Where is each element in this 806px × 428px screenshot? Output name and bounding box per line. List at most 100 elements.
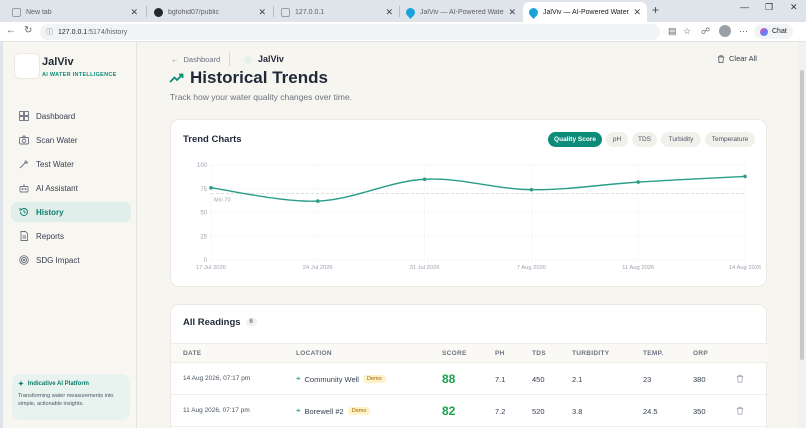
trend-chart-card: Trend Charts Quality Score pH TDS Turbid… <box>170 119 767 287</box>
extensions-icon[interactable]: ☍ <box>701 26 710 37</box>
row-temp: 23 <box>643 375 652 384</box>
delete-row-icon[interactable] <box>736 374 744 383</box>
row-tds: 520 <box>532 407 545 416</box>
clear-all-button[interactable]: Clear All <box>717 54 757 63</box>
table-row[interactable]: 14 Aug 2026, 07:17 pm ⌖ Community Well D… <box>171 363 768 395</box>
row-turbidity: 3.8 <box>572 407 583 416</box>
address-bar[interactable]: ⓘ 127.0.0.1:5174/history <box>40 24 660 40</box>
row-date: 11 Aug 2026, 07:17 pm <box>183 407 250 414</box>
row-temp: 24.5 <box>643 407 658 416</box>
x-tick-label: 7 Aug 2026 <box>517 265 546 271</box>
row-score: 82 <box>442 404 456 418</box>
reader-mode-icon[interactable]: ▤ <box>668 26 677 37</box>
row-orp: 350 <box>693 407 706 416</box>
sidebar-item-dashboard[interactable]: Dashboard <box>11 106 131 126</box>
clear-all-label: Clear All <box>729 54 757 63</box>
x-tick-label: 17 Jul 2026 <box>196 265 226 271</box>
minimize-icon[interactable]: — <box>740 2 749 12</box>
browser-tab-jalviv-active[interactable]: JalViv — AI-Powered Water Intellig ✕ <box>523 2 647 22</box>
browser-toolbar: ← ↻ ⓘ 127.0.0.1:5174/history ▤ ☆ ☍ ⋯ Cha… <box>0 22 806 42</box>
bot-icon <box>19 184 29 193</box>
close-window-icon[interactable]: ✕ <box>790 2 798 13</box>
data-point <box>743 174 747 179</box>
close-icon[interactable]: ✕ <box>385 7 393 18</box>
sparkle-icon: ✦ <box>18 381 24 388</box>
sidebar-item-label: Dashboard <box>36 111 76 121</box>
data-point <box>636 180 640 184</box>
x-tick-label: 24 Jul 2026 <box>303 265 333 271</box>
data-point <box>209 186 213 190</box>
readings-title: All Readings 6 <box>183 317 257 328</box>
sidebar-item-history[interactable]: History <box>11 202 131 222</box>
y-tick-label: 50 <box>200 211 207 217</box>
reference-line-label: Min 70 <box>214 198 231 204</box>
trending-up-icon <box>169 73 184 83</box>
new-tab-icon[interactable]: + <box>652 3 659 17</box>
sidebar-item-ai-assistant[interactable]: AI Assistant <box>11 178 131 198</box>
page-title: Historical Trends <box>169 68 328 88</box>
map-pin-icon: ⌖ <box>296 406 301 415</box>
column-header-location: LOCATION <box>296 350 332 357</box>
data-point <box>529 187 534 192</box>
url-host: 127.0.0.1 <box>58 28 88 36</box>
column-header-turbidity: TURBIDITY <box>572 350 610 357</box>
y-tick-label: 100 <box>197 163 208 169</box>
copilot-icon <box>760 27 768 36</box>
readings-card: All Readings 6 DATE LOCATION SCORE PH TDS… <box>170 304 768 428</box>
sidebar-item-label: Scan Water <box>36 135 78 145</box>
bookmark-star-icon[interactable]: ☆ <box>683 26 691 37</box>
sidebar-item-test-water[interactable]: Test Water <box>11 154 131 174</box>
close-icon[interactable]: ✕ <box>508 7 516 18</box>
readings-count-badge: 6 <box>245 318 257 327</box>
scrollbar-thumb[interactable] <box>800 70 804 360</box>
demo-badge: Demo <box>362 375 386 383</box>
brand-tagline: AI WATER INTELLIGENCE <box>42 72 117 78</box>
sidebar-item-label: Reports <box>36 231 65 241</box>
readings-title-text: All Readings <box>183 317 241 328</box>
table-row[interactable]: 11 Aug 2026, 07:17 pm ⌖ Borewell #2 Demo… <box>171 395 768 427</box>
profile-avatar[interactable] <box>719 25 731 37</box>
sidebar-item-label: Test Water <box>36 159 74 169</box>
close-icon[interactable]: ✕ <box>633 7 641 18</box>
grid-icon <box>19 111 29 121</box>
sidebar: JalViv AI WATER INTELLIGENCE Dashboard S… <box>3 42 137 428</box>
more-menu-icon[interactable]: ⋯ <box>739 26 748 37</box>
close-icon[interactable]: ✕ <box>258 7 266 18</box>
y-tick-label: 75 <box>200 187 207 193</box>
brand-mini-logo <box>244 56 252 64</box>
tab-title: bgtohid07/public <box>168 8 219 16</box>
browser-tab-new-tab[interactable]: New tab ✕ <box>6 2 144 22</box>
column-header-temp: TEMP. <box>643 350 664 357</box>
map-pin-icon: ⌖ <box>296 374 301 383</box>
browser-tab-localhost[interactable]: 127.0.0.1 ✕ <box>275 2 399 22</box>
sidebar-item-reports[interactable]: Reports <box>11 226 131 246</box>
water-drop-icon <box>404 5 417 19</box>
location-name: Community Well <box>304 374 359 384</box>
sidebar-item-scan-water[interactable]: Scan Water <box>11 130 131 150</box>
data-point <box>422 177 427 182</box>
maximize-icon[interactable]: ❐ <box>765 2 773 13</box>
delete-row-icon[interactable] <box>736 406 744 415</box>
row-location: ⌖ Borewell #2 Demo <box>296 406 371 416</box>
y-tick-label: 0 <box>204 258 208 264</box>
column-header-ph: PH <box>495 350 505 357</box>
browser-tab-github[interactable]: bgtohid07/public ✕ <box>148 2 272 22</box>
back-arrow-icon[interactable]: ← <box>6 25 16 36</box>
data-point <box>316 199 320 203</box>
main-content: ← Dashboard JalViv Clear All Historical … <box>137 42 798 428</box>
chat-button[interactable]: Chat <box>754 24 793 39</box>
breadcrumb-label: Dashboard <box>183 55 221 64</box>
promo-title: Indicative AI Platform <box>27 381 89 387</box>
site-info-icon[interactable]: ⓘ <box>46 27 53 37</box>
promo-card: ✦ Indicative AI Platform Transforming wat… <box>12 374 130 420</box>
page-subtitle: Track how your water quality changes ove… <box>170 92 353 102</box>
browser-tab-jalviv-1[interactable]: JalViv — AI-Powered Water Intellig ✕ <box>400 2 522 22</box>
sidebar-item-sdg-impact[interactable]: SDG Impact <box>11 250 131 270</box>
location-name: Borewell #2 <box>304 406 344 416</box>
back-to-dashboard-link[interactable]: ← Dashboard <box>171 55 220 64</box>
reload-icon[interactable]: ↻ <box>24 25 32 36</box>
page-scrollbar[interactable] <box>798 42 806 428</box>
report-icon <box>20 231 28 241</box>
close-icon[interactable]: ✕ <box>130 7 138 18</box>
column-header-date: DATE <box>183 350 202 357</box>
